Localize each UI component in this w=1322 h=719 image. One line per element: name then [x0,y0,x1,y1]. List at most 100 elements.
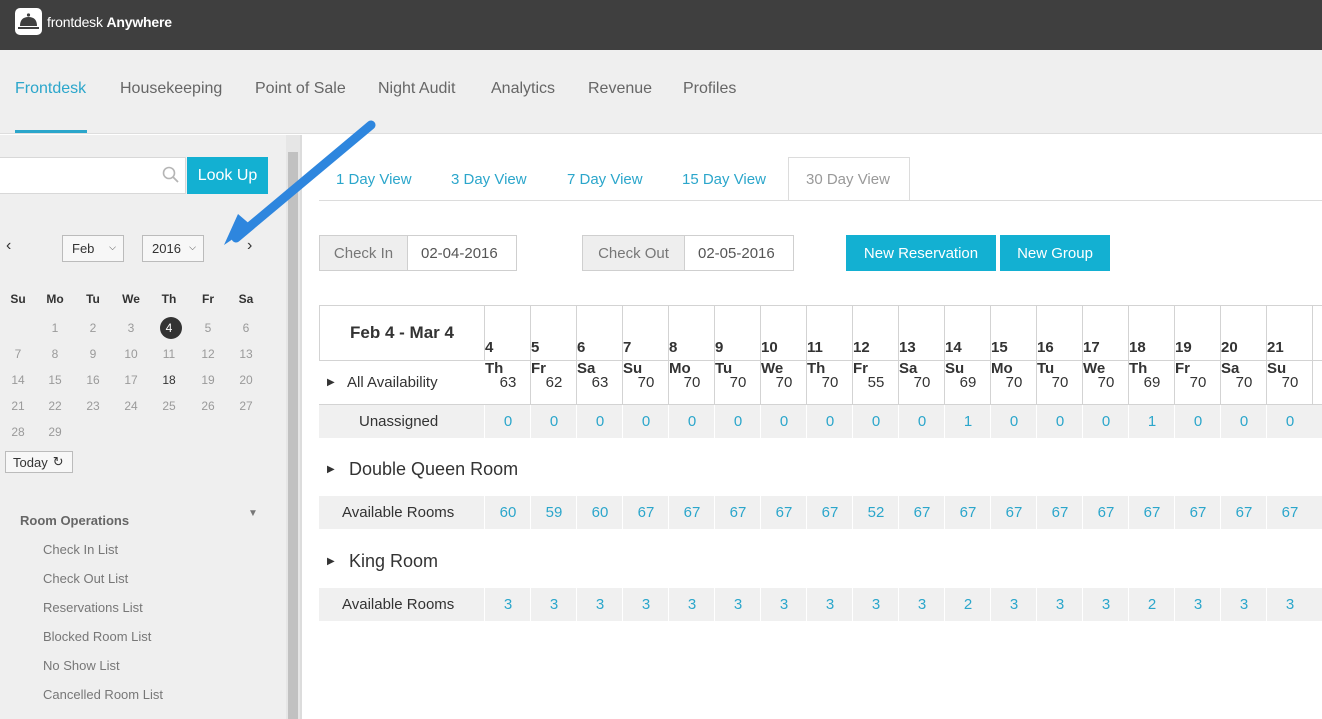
today-button[interactable]: Today ↻ [5,451,73,473]
availability-cell[interactable]: 67 [1175,504,1221,521]
availability-cell[interactable]: 3 [1083,596,1129,613]
calendar-day[interactable]: 21 [0,399,37,413]
availability-cell[interactable]: 3 [623,596,669,613]
availability-cell[interactable]: 0 [623,413,669,430]
caret-down-icon[interactable]: ▼ [248,508,258,519]
availability-cell[interactable]: 0 [715,413,761,430]
availability-cell[interactable]: 2 [1129,596,1175,613]
calendar-day[interactable]: 18 [150,373,188,387]
room-operations-item[interactable]: Blocked Room List [43,629,151,644]
availability-cell[interactable]: 0 [1175,413,1221,430]
room-operations-item[interactable]: No Show List [43,658,120,673]
nav-night-audit[interactable]: Night Audit [378,80,455,98]
availability-cell[interactable]: 3 [715,596,761,613]
availability-cell[interactable]: 0 [761,413,807,430]
calendar-day[interactable]: 28 [0,425,37,439]
availability-cell[interactable]: 67 [669,504,715,521]
availability-cell[interactable]: 3 [577,596,623,613]
availability-cell[interactable]: 0 [531,413,577,430]
room-operations-item[interactable]: Reservations List [43,600,143,615]
availability-cell[interactable]: 67 [1083,504,1129,521]
availability-cell[interactable]: 2 [945,596,991,613]
availability-cell[interactable]: 0 [807,413,853,430]
month-select[interactable]: Feb ⌵ [62,235,124,262]
calendar-day[interactable]: 20 [227,373,265,387]
availability-cell[interactable]: 52 [853,504,899,521]
calendar-day[interactable]: 23 [74,399,112,413]
availability-cell[interactable]: 0 [899,413,945,430]
check-in-input[interactable]: 02-04-2016 [407,235,517,271]
calendar-day[interactable]: 19 [189,373,227,387]
availability-cell[interactable]: 3 [761,596,807,613]
calendar-day[interactable]: 8 [36,347,74,361]
tab-15-day-view[interactable]: 15 Day View [682,171,766,188]
availability-cell[interactable]: 67 [761,504,807,521]
availability-cell[interactable]: 67 [945,504,991,521]
availability-cell[interactable]: 1 [1129,413,1175,430]
availability-cell[interactable]: 67 [1221,504,1267,521]
availability-cell[interactable]: 3 [531,596,577,613]
room-type-title[interactable]: Double Queen Room [349,459,518,480]
new-reservation-button[interactable]: New Reservation [846,235,996,271]
calendar-day[interactable]: 7 [0,347,37,361]
availability-cell[interactable]: 0 [991,413,1037,430]
availability-cell[interactable]: 0 [485,413,531,430]
availability-cell[interactable]: 3 [485,596,531,613]
availability-cell[interactable]: 67 [899,504,945,521]
nav-housekeeping[interactable]: Housekeeping [120,80,222,98]
expand-triangle-icon[interactable]: ▶ [327,556,335,567]
availability-cell[interactable]: 67 [623,504,669,521]
availability-cell[interactable]: 3 [669,596,715,613]
availability-cell[interactable]: 3 [991,596,1037,613]
calendar-day[interactable]: 17 [112,373,150,387]
room-operations-item[interactable]: Check In List [43,542,118,557]
calendar-day[interactable]: 9 [74,347,112,361]
search-input[interactable] [0,157,186,194]
calendar-day[interactable]: 3 [112,321,150,335]
availability-cell[interactable]: 60 [485,504,531,521]
nav-point-of-sale[interactable]: Point of Sale [255,80,346,98]
availability-cell[interactable]: 59 [531,504,577,521]
calendar-day[interactable]: 1 [36,321,74,335]
tab-7-day-view[interactable]: 7 Day View [567,171,643,188]
calendar-day[interactable]: 22 [36,399,74,413]
tab-30-day-view[interactable]: 30 Day View [806,171,890,188]
availability-cell[interactable]: 3 [1267,596,1313,613]
room-operations-item[interactable]: Cancelled Room List [43,687,163,702]
availability-cell[interactable]: 0 [577,413,623,430]
calendar-day[interactable]: 12 [189,347,227,361]
calendar-day[interactable]: 14 [0,373,37,387]
nav-revenue[interactable]: Revenue [588,80,652,98]
availability-cell[interactable]: 67 [991,504,1037,521]
availability-cell[interactable]: 3 [1037,596,1083,613]
availability-cell[interactable]: 1 [945,413,991,430]
calendar-day[interactable]: 29 [36,425,74,439]
calendar-day[interactable]: 25 [150,399,188,413]
calendar-day[interactable]: 26 [189,399,227,413]
calendar-day[interactable]: 27 [227,399,265,413]
room-type-title[interactable]: King Room [349,551,438,572]
calendar-day[interactable]: 24 [112,399,150,413]
availability-cell[interactable]: 60 [577,504,623,521]
availability-cell[interactable]: 3 [853,596,899,613]
search-icon[interactable] [162,166,180,184]
availability-cell[interactable]: 0 [1037,413,1083,430]
tab-3-day-view[interactable]: 3 Day View [451,171,527,188]
check-out-input[interactable]: 02-05-2016 [684,235,794,271]
availability-cell[interactable]: 0 [1221,413,1267,430]
calendar-day[interactable]: 15 [36,373,74,387]
nav-profiles[interactable]: Profiles [683,80,736,98]
calendar-day[interactable]: 2 [74,321,112,335]
availability-cell[interactable]: 3 [807,596,853,613]
chevron-left-icon[interactable]: ‹ [6,237,11,255]
availability-cell[interactable]: 67 [807,504,853,521]
availability-cell[interactable]: 0 [853,413,899,430]
calendar-day[interactable]: 6 [227,321,265,335]
room-operations-item[interactable]: Check Out List [43,571,128,586]
nav-frontdesk[interactable]: Frontdesk [15,80,86,98]
availability-cell[interactable]: 67 [1129,504,1175,521]
availability-cell[interactable]: 0 [1267,413,1313,430]
availability-cell[interactable]: 0 [669,413,715,430]
calendar-day[interactable]: 16 [74,373,112,387]
availability-cell[interactable]: 67 [715,504,761,521]
